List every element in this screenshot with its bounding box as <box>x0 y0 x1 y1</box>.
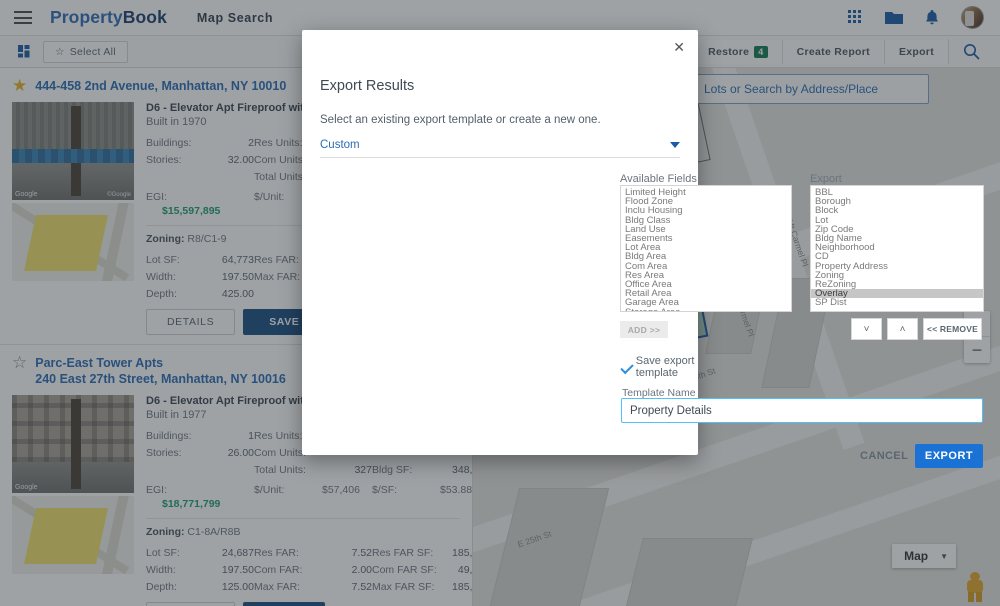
cancel-button[interactable]: CANCEL <box>850 444 918 468</box>
remove-field-button[interactable]: << REMOVE <box>923 318 982 340</box>
list-option[interactable]: Neighborhood <box>811 243 983 253</box>
template-select-value: Custom <box>320 138 360 151</box>
export-results-dialog: ✕ Export Results Select an existing expo… <box>302 30 984 468</box>
dialog-title: Export Results <box>320 78 415 94</box>
list-option[interactable]: SP Dist <box>811 298 983 308</box>
chevron-down-icon: ˅ <box>863 323 870 335</box>
chevron-down-icon <box>670 141 680 148</box>
available-fields-listbox[interactable]: Limited Height Flood Zone Inclu Housing Bld… <box>620 185 792 312</box>
list-option[interactable]: Storage Area <box>621 307 791 311</box>
list-option[interactable]: Block <box>811 206 983 216</box>
export-template-listbox[interactable]: BBL Borough Block Lot Zip Code Bldg Name Neigh… <box>810 185 984 312</box>
save-export-template-label: Save export template <box>635 355 695 379</box>
checkmark-icon <box>620 361 628 374</box>
close-icon[interactable]: ✕ <box>673 40 685 54</box>
add-field-button[interactable]: ADD >> <box>620 321 668 338</box>
chevron-up-icon: ˄ <box>899 323 906 335</box>
available-fields-label: Available Fields <box>620 173 697 185</box>
export-confirm-button[interactable]: EXPORT <box>915 444 983 468</box>
app-root: PropertyBook Map Search ☆ Select All Res… <box>0 0 1000 606</box>
dialog-subtitle: Select an existing export template or cr… <box>320 114 601 126</box>
move-up-button[interactable]: ˄ <box>887 318 918 340</box>
save-export-template-checkbox[interactable]: Save export template <box>620 355 698 379</box>
move-down-button[interactable]: ˅ <box>851 318 882 340</box>
template-name-input[interactable] <box>621 398 983 423</box>
template-select[interactable]: Custom <box>320 132 680 158</box>
